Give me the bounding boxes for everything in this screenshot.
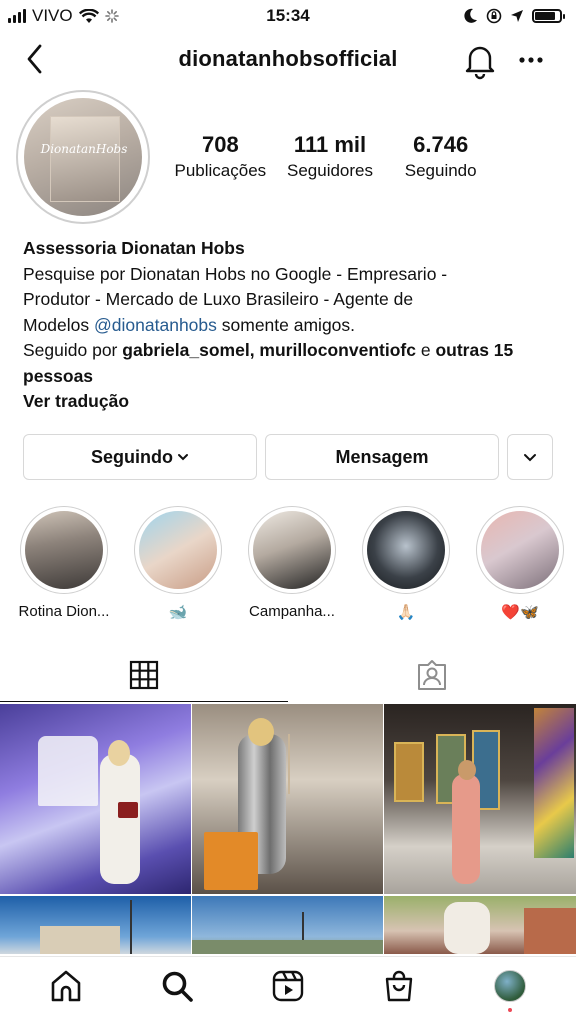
notification-dot bbox=[508, 1007, 513, 1012]
highlight-label: ❤️🦋 bbox=[501, 604, 539, 621]
back-button[interactable] bbox=[18, 40, 54, 78]
grid-icon bbox=[129, 660, 159, 689]
highlight-ring bbox=[134, 506, 222, 594]
more-options-button[interactable] bbox=[512, 42, 552, 78]
stat-label: Seguidores bbox=[287, 161, 374, 180]
location-arrow-icon bbox=[511, 10, 523, 22]
bottom-navigation bbox=[0, 956, 576, 1024]
reels-icon bbox=[272, 970, 304, 1001]
bio-text: somente amigos. bbox=[221, 314, 356, 335]
bio-text: Modelos bbox=[23, 314, 90, 335]
more-horizontal-icon bbox=[519, 57, 543, 63]
carrier-label: VIVO bbox=[32, 6, 73, 25]
highlight-item[interactable]: Rotina Dion... bbox=[18, 506, 110, 620]
message-button[interactable]: Mensagem bbox=[265, 434, 499, 480]
post-thumbnail[interactable] bbox=[0, 704, 191, 894]
display-name: Assessoria Dionatan Hobs bbox=[23, 238, 245, 258]
following-button[interactable]: Seguindo bbox=[23, 434, 257, 480]
highlight-item[interactable]: ❤️🦋 bbox=[474, 506, 566, 621]
highlight-item[interactable]: Campanha... bbox=[246, 506, 338, 620]
highlight-ring bbox=[20, 506, 108, 594]
suggested-accounts-button[interactable] bbox=[507, 434, 553, 480]
chevron-down-icon bbox=[178, 454, 188, 461]
highlight-cover bbox=[253, 511, 331, 589]
orientation-lock-icon bbox=[486, 8, 502, 24]
highlight-item[interactable]: 🙏🏻 bbox=[360, 506, 452, 621]
bio-mention-link[interactable]: @dionatanhobs bbox=[94, 315, 217, 335]
signal-icon bbox=[8, 9, 26, 23]
profile-avatar-icon bbox=[494, 969, 527, 1002]
highlight-label: Rotina Dion... bbox=[18, 603, 110, 620]
moon-icon bbox=[464, 8, 477, 23]
loading-spinner-icon bbox=[104, 9, 119, 23]
profile-header: dionatanhobsofficial bbox=[0, 36, 576, 82]
status-right bbox=[464, 8, 565, 24]
shop-bag-icon bbox=[385, 970, 413, 1001]
nav-search[interactable] bbox=[155, 964, 199, 1008]
highlight-cover bbox=[367, 511, 445, 589]
post-thumbnail[interactable] bbox=[384, 896, 576, 954]
bio-line: Modelos @dionatanhobs somente amigos. bbox=[23, 313, 563, 339]
highlight-cover bbox=[25, 511, 103, 589]
stat-posts[interactable]: 708 Publicações bbox=[166, 132, 275, 181]
highlight-label: 🙏🏻 bbox=[396, 604, 416, 621]
message-label: Mensagem bbox=[335, 446, 429, 467]
search-icon bbox=[162, 971, 193, 1002]
tab-tagged[interactable] bbox=[288, 648, 576, 702]
avatar-logo: DionatanHobs bbox=[40, 142, 128, 156]
stat-value: 6.746 bbox=[413, 132, 469, 157]
following-label: Seguindo bbox=[91, 446, 173, 467]
profile-stats: 708 Publicações 111 mil Seguidores 6.746… bbox=[166, 132, 496, 181]
bell-icon bbox=[465, 46, 495, 80]
stat-label: Seguindo bbox=[404, 161, 477, 180]
profile-tabs bbox=[0, 648, 576, 702]
wifi-icon bbox=[78, 8, 99, 23]
tagged-user-icon bbox=[418, 660, 446, 690]
notifications-button[interactable] bbox=[460, 40, 500, 80]
chevron-down-icon bbox=[524, 454, 536, 462]
stat-value: 111 mil bbox=[293, 132, 367, 157]
highlight-label: 🐋 bbox=[168, 604, 188, 621]
profile-bio: Assessoria Dionatan Hobs Pesquise por Di… bbox=[23, 236, 563, 415]
stat-label: Publicações bbox=[174, 161, 267, 180]
highlight-ring bbox=[362, 506, 450, 594]
post-thumbnail[interactable] bbox=[0, 896, 191, 954]
followed-by-prefix: Seguido por bbox=[23, 340, 118, 360]
posts-grid bbox=[0, 704, 576, 954]
stat-following[interactable]: 6.746 Seguindo bbox=[385, 132, 496, 181]
followed-by[interactable]: Seguido por gabriela_somel, murilloconve… bbox=[23, 338, 563, 389]
highlight-cover bbox=[139, 511, 217, 589]
status-left: VIVO bbox=[8, 6, 119, 26]
nav-reels[interactable] bbox=[266, 964, 310, 1008]
nav-shop[interactable] bbox=[377, 964, 421, 1008]
translate-link[interactable]: Ver tradução bbox=[23, 391, 129, 411]
bio-line: Produtor - Mercado de Luxo Brasileiro - … bbox=[23, 289, 414, 309]
followed-by-users: gabriela_somel, murilloconventiofc bbox=[122, 340, 416, 360]
highlight-ring bbox=[248, 506, 336, 594]
tab-posts-grid[interactable] bbox=[0, 648, 288, 702]
followed-by-and: e bbox=[420, 340, 431, 360]
highlight-item[interactable]: 🐋 bbox=[132, 506, 224, 621]
avatar-image: DionatanHobs bbox=[24, 98, 142, 216]
stat-followers[interactable]: 111 mil Seguidores bbox=[275, 132, 386, 181]
post-thumbnail[interactable] bbox=[192, 896, 383, 954]
profile-avatar[interactable]: DionatanHobs bbox=[16, 90, 150, 224]
stat-value: 708 bbox=[201, 132, 239, 157]
post-thumbnail[interactable] bbox=[192, 704, 383, 894]
battery-icon bbox=[532, 9, 565, 23]
nav-home[interactable] bbox=[44, 964, 88, 1008]
chevron-left-icon bbox=[27, 44, 42, 74]
highlight-label: Campanha... bbox=[249, 603, 335, 620]
home-icon bbox=[51, 970, 80, 1001]
highlight-cover bbox=[481, 511, 559, 589]
highlight-ring bbox=[476, 506, 564, 594]
post-thumbnail[interactable] bbox=[384, 704, 576, 894]
bio-line: Pesquise por Dionatan Hobs no Google - E… bbox=[23, 263, 448, 284]
nav-profile[interactable] bbox=[488, 964, 532, 1012]
status-bar: VIVO 15:34 bbox=[0, 0, 576, 32]
